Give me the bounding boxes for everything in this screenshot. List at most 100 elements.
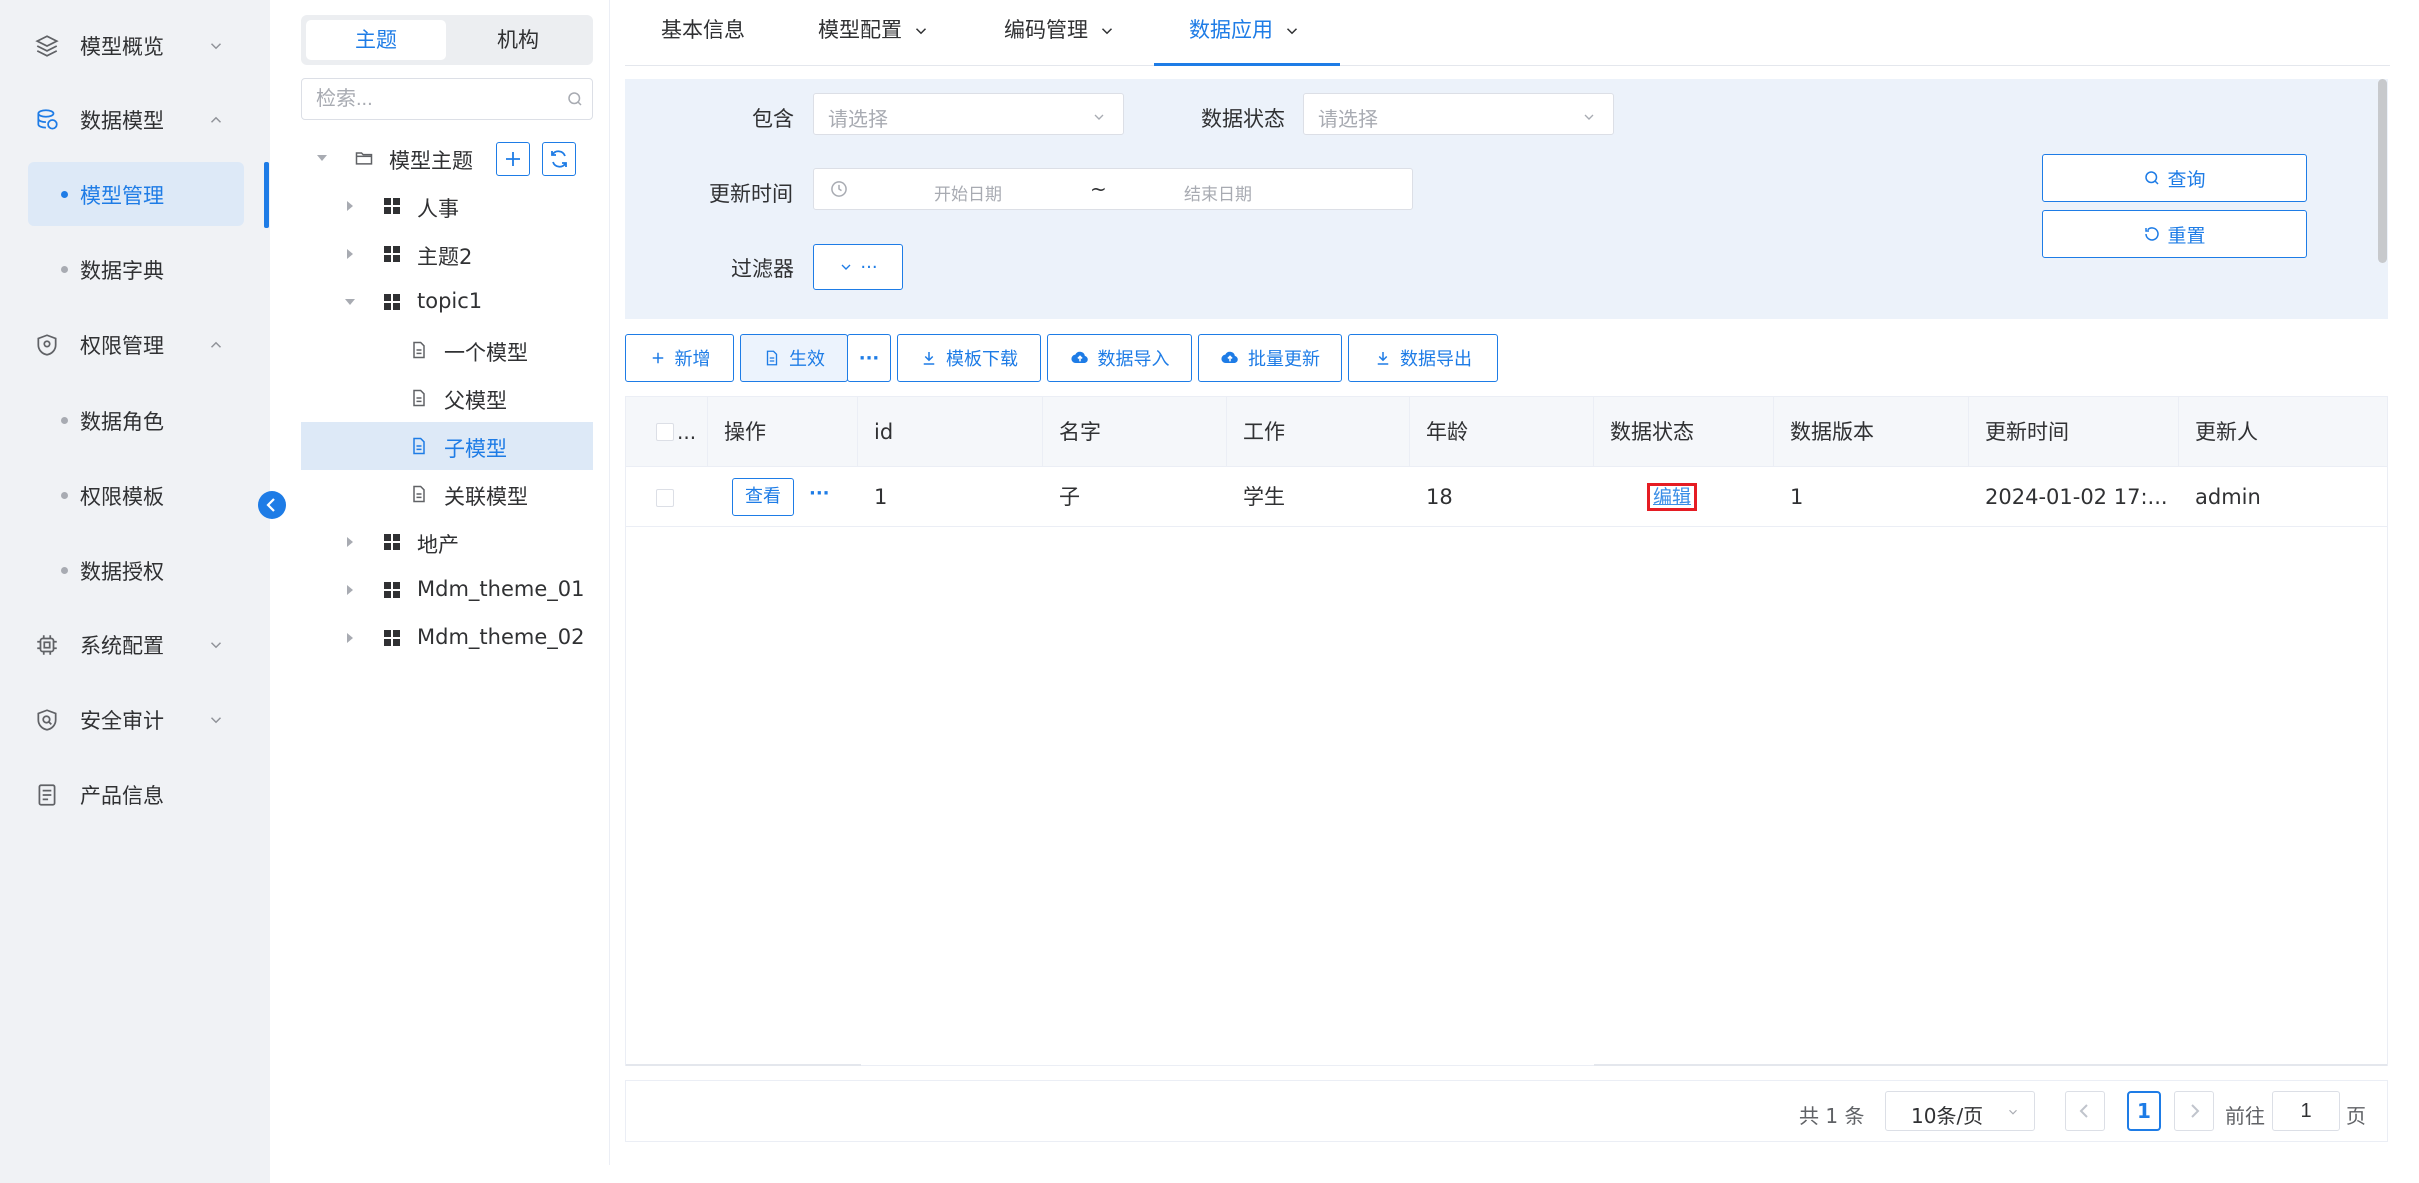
column-header-age[interactable]: 年龄 bbox=[1410, 397, 1594, 467]
chevron-down-icon bbox=[207, 636, 225, 654]
tab-theme[interactable]: 主题 bbox=[306, 20, 446, 60]
refresh-tree-button[interactable] bbox=[542, 142, 576, 176]
sidebar-item-data-role[interactable]: 数据角色 bbox=[28, 388, 244, 452]
row-more-button[interactable]: ··· bbox=[809, 483, 830, 504]
more-actions-button[interactable]: ··· bbox=[847, 334, 891, 382]
menu-item-security-audit[interactable]: 安全审计 bbox=[0, 682, 270, 758]
caret-right-icon[interactable] bbox=[344, 200, 356, 212]
tab-basic-info[interactable]: 基本信息 bbox=[661, 14, 745, 50]
tab-model-config[interactable]: 模型配置 bbox=[818, 14, 930, 50]
download-icon bbox=[1377, 352, 1389, 365]
tree-label: Mdm_theme_02 bbox=[417, 625, 585, 649]
prev-page-button[interactable] bbox=[2065, 1091, 2105, 1131]
cell-id: 1 bbox=[874, 485, 888, 509]
tab-label: 模型配置 bbox=[818, 18, 902, 42]
data-import-button[interactable]: 数据导入 bbox=[1047, 334, 1192, 382]
column-header-id[interactable]: id bbox=[858, 397, 1043, 467]
tree-node-theme[interactable]: 主题2 bbox=[301, 231, 593, 277]
add-theme-button[interactable] bbox=[496, 142, 530, 176]
button-label: 数据导出 bbox=[1400, 349, 1472, 370]
grid-icon bbox=[382, 292, 402, 312]
bullet-dot bbox=[61, 567, 68, 574]
collapse-sidebar-button[interactable] bbox=[258, 491, 286, 519]
goto-page-input[interactable] bbox=[2272, 1091, 2340, 1131]
column-header-updated-at[interactable]: 更新时间 bbox=[1969, 397, 2179, 467]
filter-label: 过滤器 bbox=[731, 257, 794, 281]
row-checkbox[interactable] bbox=[656, 489, 674, 507]
query-button[interactable]: 查询 bbox=[2042, 154, 2307, 202]
sidebar-item-permission-template[interactable]: 权限模板 bbox=[28, 463, 244, 527]
file-icon bbox=[409, 436, 429, 456]
add-button[interactable]: 新增 bbox=[625, 334, 734, 382]
sidebar-item-model-management[interactable]: 模型管理 bbox=[28, 162, 244, 226]
data-export-button[interactable]: 数据导出 bbox=[1348, 334, 1498, 382]
search-icon[interactable] bbox=[566, 90, 584, 108]
column-header-name[interactable]: 名字 bbox=[1043, 397, 1227, 467]
menu-item-product-info[interactable]: 产品信息 bbox=[0, 757, 270, 833]
page-number-current[interactable]: 1 bbox=[2127, 1091, 2161, 1131]
status-edit-link[interactable]: 编辑 bbox=[1647, 483, 1698, 511]
tab-label: 基本信息 bbox=[661, 18, 745, 42]
date-range-picker[interactable]: 开始日期 ~ 结束日期 bbox=[813, 168, 1413, 210]
next-page-button[interactable] bbox=[2174, 1091, 2214, 1131]
reset-button[interactable]: 重置 bbox=[2042, 210, 2307, 258]
template-download-button[interactable]: 模板下载 bbox=[897, 334, 1041, 382]
view-button[interactable]: 查看 bbox=[732, 478, 794, 516]
tab-data-application[interactable]: 数据应用 bbox=[1189, 14, 1301, 50]
column-header-version[interactable]: 数据版本 bbox=[1774, 397, 1969, 467]
menu-item-data-model[interactable]: 数据模型 bbox=[0, 82, 270, 158]
caret-right-icon[interactable] bbox=[344, 536, 356, 548]
select-all-checkbox[interactable] bbox=[656, 423, 674, 441]
start-date-placeholder[interactable]: 开始日期 bbox=[934, 180, 1002, 205]
file-icon bbox=[409, 484, 429, 504]
tree-node-theme[interactable]: Mdm_theme_02 bbox=[301, 615, 593, 661]
menu-item-permission-management[interactable]: 权限管理 bbox=[0, 307, 270, 383]
menu-item-system-config[interactable]: 系统配置 bbox=[0, 607, 270, 683]
column-header-updated-by[interactable]: 更新人 bbox=[2179, 397, 2387, 467]
tree-node-theme[interactable]: 人事 bbox=[301, 183, 593, 229]
menu-item-model-overview[interactable]: 模型概览 bbox=[0, 8, 270, 84]
batch-update-button[interactable]: 批量更新 bbox=[1198, 334, 1342, 382]
caret-right-icon[interactable] bbox=[344, 632, 356, 644]
filter-dropdown-button[interactable]: ··· bbox=[813, 244, 903, 290]
tree-node-model[interactable]: 关联模型 bbox=[301, 471, 593, 517]
download-icon bbox=[923, 352, 935, 365]
sidebar-item-data-authorization[interactable]: 数据授权 bbox=[28, 538, 244, 602]
column-header-job[interactable]: 工作 bbox=[1227, 397, 1410, 467]
scrollbar-thumb[interactable] bbox=[2378, 79, 2387, 263]
chevron-down-icon bbox=[1581, 109, 1597, 125]
caret-right-icon[interactable] bbox=[344, 584, 356, 596]
caret-down-icon[interactable] bbox=[316, 152, 328, 164]
menu-label: 数据模型 bbox=[80, 109, 164, 133]
caret-down-icon[interactable] bbox=[344, 296, 356, 308]
status-select[interactable]: 请选择 bbox=[1303, 93, 1614, 135]
tree-node-theme[interactable]: Mdm_theme_01 bbox=[301, 567, 593, 613]
tree-node-model[interactable]: 一个模型 bbox=[301, 327, 593, 373]
status-label: 数据状态 bbox=[1201, 107, 1285, 131]
tree-node-model[interactable]: 父模型 bbox=[301, 375, 593, 421]
include-select[interactable]: 请选择 bbox=[813, 93, 1124, 135]
button-label: 模板下载 bbox=[946, 349, 1018, 370]
more-icon: ··· bbox=[858, 347, 880, 369]
caret-right-icon[interactable] bbox=[344, 248, 356, 260]
cloud-upload-icon bbox=[1070, 351, 1088, 364]
tab-organization[interactable]: 机构 bbox=[448, 20, 588, 60]
tree-node-model-selected[interactable]: 子模型 bbox=[301, 422, 593, 470]
tree-node-theme[interactable]: topic1 bbox=[301, 279, 593, 325]
page-size-select[interactable]: 10条/页 bbox=[1885, 1091, 2035, 1131]
bullet-dot bbox=[61, 191, 68, 198]
data-table: ... 操作 id 名字 工作 年龄 数据状态 数据版本 更新时间 更新人 查看… bbox=[625, 396, 2388, 1066]
tab-code-management[interactable]: 编码管理 bbox=[1004, 14, 1116, 50]
cell-updated-at: 2024-01-02 17:... bbox=[1985, 485, 2168, 509]
divider bbox=[609, 0, 610, 1165]
cell-age: 18 bbox=[1426, 485, 1453, 509]
end-date-placeholder[interactable]: 结束日期 bbox=[1184, 180, 1252, 205]
column-header-status[interactable]: 数据状态 bbox=[1594, 397, 1774, 467]
tree-node-theme[interactable]: 地产 bbox=[301, 519, 593, 565]
active-tab-underline bbox=[1154, 63, 1340, 66]
tree-search-input[interactable] bbox=[316, 85, 556, 113]
button-label: 批量更新 bbox=[1248, 349, 1320, 370]
activate-button[interactable]: 生效 bbox=[740, 334, 848, 382]
sidebar-item-data-dictionary[interactable]: 数据字典 bbox=[28, 237, 244, 301]
grid-icon bbox=[382, 628, 402, 648]
